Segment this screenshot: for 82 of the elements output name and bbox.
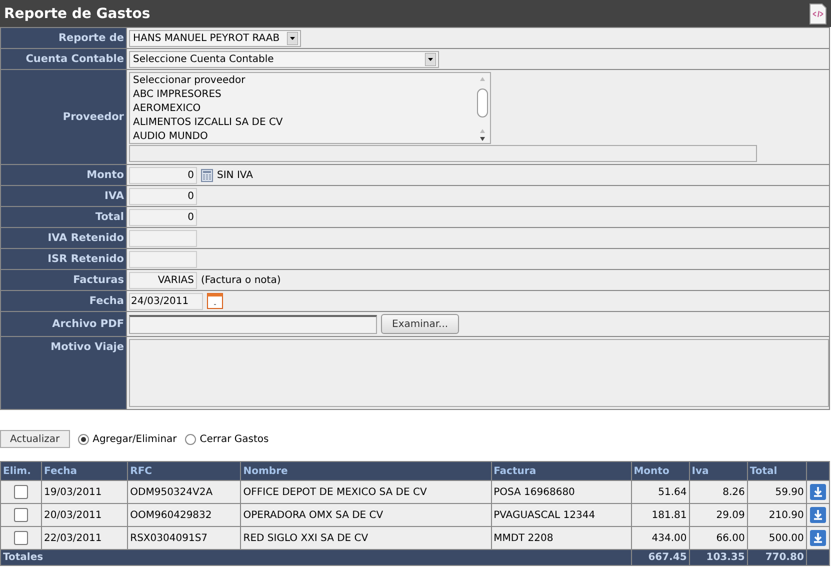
column-header: Monto [631, 462, 690, 480]
table-cell: POSA 16968680 [491, 480, 632, 504]
table-cell: PVAGUASCAL 12344 [491, 504, 632, 526]
table-cell: 19/03/2011 [42, 480, 128, 504]
input-field[interactable]: 0 [129, 208, 197, 226]
column-header: Total [747, 462, 806, 480]
table-cell: 210.90 [747, 504, 806, 526]
caret-icon[interactable] [287, 32, 298, 44]
radio-label[interactable]: Cerrar Gastos [200, 434, 269, 444]
table-cell: OOM960429832 [128, 504, 241, 526]
column-header: RFC [128, 462, 241, 480]
radio-label[interactable]: Agregar/Eliminar [92, 434, 177, 444]
table-cell: OPERADORA OMX SA DE CV [240, 504, 492, 526]
date-field[interactable]: 24/03/2011 [129, 292, 203, 310]
page-title: Reporte de Gastos [4, 6, 150, 22]
table-cell: 29.09 [689, 504, 748, 526]
field-label: Monto [86, 169, 124, 181]
table-cell: 500.00 [747, 526, 806, 550]
column-header: Elim. [0, 462, 42, 480]
calculator-icon[interactable] [201, 168, 213, 182]
radio-button[interactable] [78, 434, 89, 444]
table-cell: 434.00 [631, 526, 690, 550]
field-label: Facturas [73, 274, 124, 286]
field-label: Fecha [89, 295, 124, 307]
table-cell: 59.90 [747, 480, 806, 504]
table-cell: MMDT 2208 [491, 526, 632, 550]
table-cell: ODM950324V2A [128, 480, 241, 504]
download-icon[interactable] [810, 507, 826, 523]
list-option[interactable]: ABC IMPRESORES [133, 88, 283, 102]
update-button[interactable]: Actualizar [0, 430, 70, 448]
checkbox[interactable] [14, 485, 28, 499]
table-cell: 66.00 [689, 526, 748, 550]
field-label: ISR Retenido [48, 253, 124, 265]
table-cell: OFFICE DEPOT DE MEXICO SA DE CV [240, 480, 492, 504]
total-cell: 667.45 [631, 550, 690, 566]
checkbox[interactable] [14, 508, 28, 522]
input-field[interactable]: 0 [129, 188, 197, 204]
document-icon[interactable] [809, 2, 827, 24]
field-label: Total [95, 211, 124, 223]
file-field[interactable] [129, 314, 377, 334]
field-label: Motivo Viaje [50, 341, 124, 353]
caret-icon[interactable] [425, 52, 436, 66]
input-field[interactable]: 0 [129, 166, 197, 184]
list-option[interactable]: ALIMENTOS IZCALLI SA DE CV [133, 116, 283, 130]
list-box[interactable]: Seleccionar proveedor ABC IMPRESORES AEROMEXICO ALIMENTOS IZCALLI SA DE CV AUDIO MUNDO [129, 72, 491, 144]
total-cell: 103.35 [689, 550, 748, 566]
table-cell: 181.81 [631, 504, 690, 526]
field-label: Proveedor [62, 111, 124, 123]
list-option[interactable]: Seleccionar proveedor [133, 74, 283, 88]
input-field[interactable] [129, 230, 197, 246]
checkbox[interactable] [14, 531, 28, 545]
total-cell: 770.80 [747, 550, 806, 566]
list-option[interactable]: AEROMEXICO [133, 102, 283, 116]
calendar-icon[interactable] [207, 293, 223, 309]
field-note: (Factura o nota) [201, 274, 281, 286]
radio-button[interactable] [184, 434, 196, 444]
table-cell: 22/03/2011 [42, 526, 128, 550]
field-label: Reporte de [58, 32, 124, 44]
field-label: Archivo PDF [52, 318, 124, 330]
table-cell: 51.64 [631, 480, 690, 504]
browse-button[interactable]: Examinar... [381, 314, 460, 334]
totals-label: Totales [0, 550, 632, 566]
input-field[interactable] [129, 250, 197, 268]
download-icon[interactable] [810, 484, 826, 500]
table-cell: RSX0304091S7 [128, 526, 241, 550]
download-icon[interactable] [810, 530, 826, 546]
input-field[interactable]: VARIAS [129, 272, 197, 288]
column-header: Factura [491, 462, 632, 480]
table-cell: 8.26 [689, 480, 748, 504]
field-label: IVA [104, 190, 124, 202]
table-cell: 20/03/2011 [42, 504, 128, 526]
text-field[interactable] [129, 145, 757, 162]
column-header: Fecha [42, 462, 128, 480]
dropdown[interactable]: Seleccione Cuenta Contable [129, 50, 439, 68]
field-label: Cuenta Contable [26, 53, 124, 65]
list-option[interactable]: AUDIO MUNDO [133, 130, 283, 144]
dropdown[interactable]: HANS MANUEL PEYROT RAAB [129, 30, 301, 46]
field-note: SIN IVA [217, 170, 253, 180]
field-label: IVA Retenido [48, 232, 124, 244]
table-cell: RED SIGLO XXI SA DE CV [240, 526, 492, 550]
column-header: Iva [689, 462, 748, 480]
column-header: Nombre [240, 462, 492, 480]
